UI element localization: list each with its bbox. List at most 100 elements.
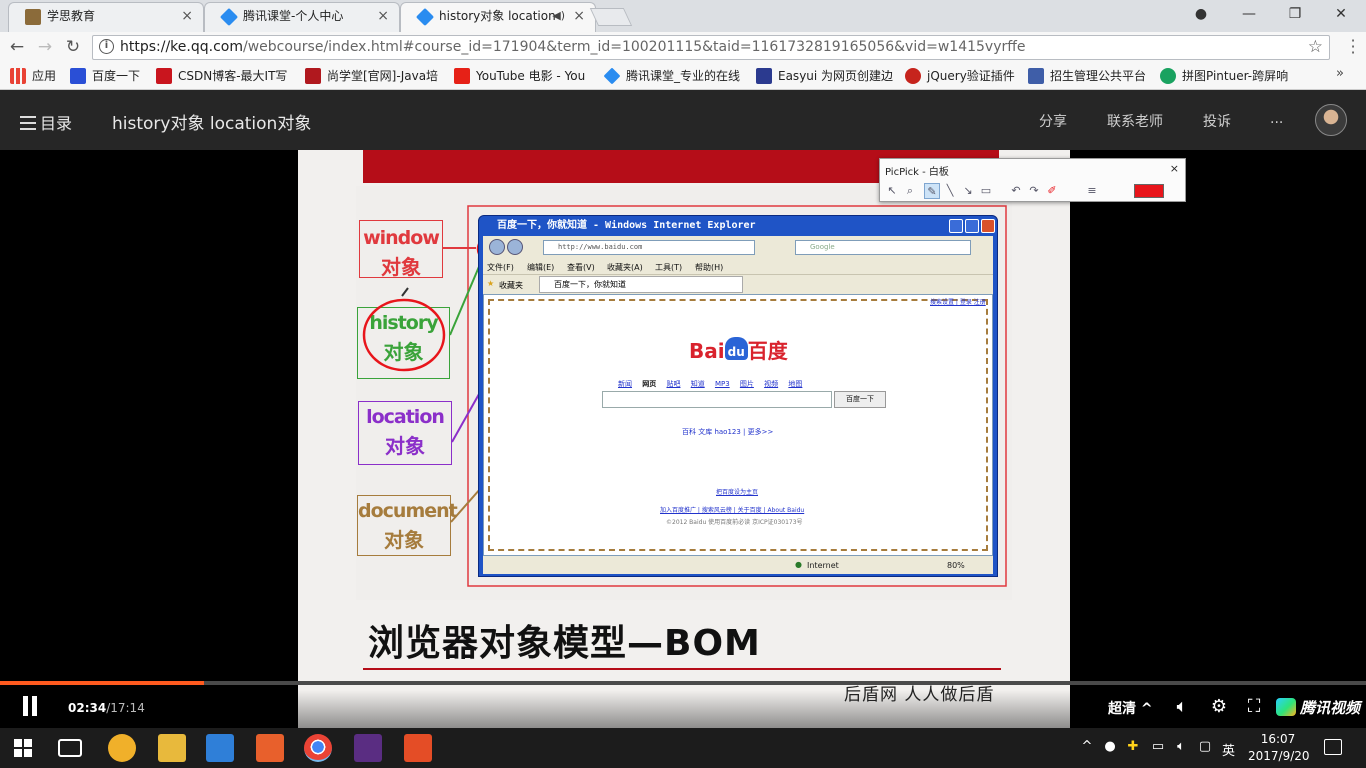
pen-icon[interactable]: ✎ — [924, 183, 940, 199]
avatar[interactable] — [1315, 104, 1347, 136]
tab-label: 腾讯课堂-个人中心 — [243, 9, 344, 23]
settings-gear-icon[interactable]: ⚙︎ — [1207, 695, 1231, 719]
tab-xuesi[interactable]: 学思教育 × — [8, 2, 204, 32]
tray-app-icon[interactable]: ✚ — [1124, 739, 1142, 754]
forward-button[interactable]: → — [34, 36, 56, 58]
more-link[interactable]: ... — [1270, 111, 1283, 127]
reload-button[interactable]: ↻ — [62, 36, 84, 58]
video-progress-bar[interactable] — [0, 681, 1366, 685]
select-cursor-icon[interactable]: ↖ — [884, 183, 900, 199]
taskbar-clock[interactable]: 16:07 2017/9/20 — [1248, 731, 1310, 765]
bookmark-apps[interactable]: 应用 — [10, 67, 66, 85]
slide-title: 浏览器对象模型—BOM — [368, 623, 761, 664]
pen-color-swatch[interactable] — [1134, 184, 1164, 198]
quality-selector[interactable]: 超清 ^ — [1108, 698, 1153, 718]
tab-tencent-profile[interactable]: 腾讯课堂-个人中心 × — [204, 2, 400, 32]
contact-teacher-link[interactable]: 联系老师 — [1107, 111, 1163, 131]
bookmark-sxt[interactable]: 尚学堂[官网]-Java培 — [305, 67, 445, 85]
back-button[interactable]: ← — [6, 36, 28, 58]
lecture-slide: window 对象 history 对象 location 对象 documen… — [298, 150, 1070, 728]
speaker-icon[interactable]: 🔈︎ — [1172, 739, 1190, 754]
picpick-whiteboard-toolbar[interactable]: PicPick - 白板 × ↖ ⌕ ✎ ╲ ↘ ▭ ↶ ↷ ✐ ≡ — [879, 158, 1186, 202]
playback-time: 02:34/17:14 — [68, 701, 145, 715]
battery-icon[interactable]: ▭ — [1149, 739, 1167, 754]
bookmark-tencent-classroom[interactable]: 腾讯课堂_专业的在线 — [604, 67, 746, 85]
baidu-nav-item: 新闻 — [618, 380, 632, 388]
windows-start-icon[interactable] — [14, 739, 32, 757]
line-icon[interactable]: ╲ — [942, 183, 958, 199]
tab-history-location[interactable]: history对象 location ◀) × — [400, 2, 596, 33]
undo-icon[interactable]: ↶ — [1008, 183, 1024, 199]
tencent-classroom-favicon-icon — [219, 7, 239, 27]
network-icon[interactable]: ▢ — [1196, 739, 1214, 754]
video-progress-fill — [0, 681, 204, 685]
chevron-up-icon[interactable]: ^ — [1078, 739, 1096, 754]
ie-minimize-icon — [949, 219, 963, 233]
volume-icon[interactable]: 🔈︎ — [1170, 695, 1194, 719]
close-window-button[interactable]: ✕ — [1326, 4, 1356, 24]
catalog-label: 目录 — [40, 114, 73, 133]
line-width-icon[interactable]: ≡ — [1084, 183, 1100, 199]
ie-menu-item: 查看(V) — [567, 263, 595, 272]
wps-presentation-icon[interactable] — [256, 734, 284, 762]
wps-writer-icon[interactable] — [206, 734, 234, 762]
game-app-icon[interactable] — [354, 734, 382, 762]
bookmark-label: jQuery验证插件 — [927, 69, 1015, 83]
bookmark-pintuer[interactable]: 拼图Pintuer-跨屏响 — [1160, 67, 1300, 85]
video-player[interactable]: window 对象 history 对象 location 对象 documen… — [0, 150, 1366, 728]
bookmark-youtube[interactable]: YouTube 电影 - You — [454, 67, 594, 85]
task-view-icon[interactable] — [58, 739, 82, 757]
start-pane — [24, 749, 32, 757]
course-title: history对象 location对象 — [112, 114, 312, 134]
chrome-icon[interactable] — [304, 734, 332, 762]
bookmark-label: CSDN博客-最大IT写 — [178, 69, 288, 83]
zoom-icon[interactable]: ⌕ — [902, 183, 918, 199]
minimize-button[interactable]: — — [1234, 4, 1264, 24]
baidu-homepage-link: 把百度设为主页 — [716, 489, 759, 496]
bookmark-csdn[interactable]: CSDN博客-最大IT写 — [156, 67, 296, 85]
baidu-logo: Bai du 百度 — [689, 335, 788, 364]
ie-close-icon — [981, 219, 995, 233]
url-host: https://ke.qq.com — [120, 39, 243, 55]
close-tab-icon[interactable]: × — [573, 3, 585, 29]
ie-favorites-star-icon: ★ — [487, 279, 495, 288]
complaint-link[interactable]: 投诉 — [1203, 111, 1231, 131]
bookmark-enrollment[interactable]: 招生管理公共平台 — [1028, 67, 1154, 85]
eraser-icon[interactable]: ✐ — [1044, 183, 1060, 199]
file-explorer-icon[interactable] — [158, 734, 186, 762]
bookmark-jquery-validate[interactable]: jQuery验证插件 — [905, 67, 1021, 85]
catalog-button[interactable]: 目录 — [20, 110, 72, 134]
audio-playing-icon[interactable]: ◀) — [552, 3, 565, 29]
close-tab-icon[interactable]: × — [181, 3, 193, 29]
redo-icon[interactable]: ↷ — [1026, 183, 1042, 199]
chick-app-icon[interactable] — [108, 734, 136, 762]
bookmark-star-icon[interactable]: ☆ — [1308, 37, 1323, 57]
more-bookmarks-icon[interactable]: » — [1336, 66, 1344, 81]
input-method-indicator[interactable]: 英 — [1222, 740, 1235, 759]
new-tab-button[interactable] — [589, 8, 633, 26]
picpick-close-icon[interactable]: × — [1170, 162, 1179, 175]
restore-button[interactable]: ❐ — [1280, 4, 1310, 24]
rectangle-icon[interactable]: ▭ — [978, 183, 994, 199]
pause-button[interactable] — [20, 696, 40, 718]
site-info-icon[interactable]: i — [99, 39, 114, 54]
tencent-video-brand: 腾讯视频 — [1276, 697, 1360, 718]
baidu-search-button: 百度一下 — [834, 391, 886, 408]
close-tab-icon[interactable]: × — [377, 3, 389, 29]
action-center-icon[interactable] — [1324, 739, 1342, 755]
fullscreen-icon[interactable]: ⛶ — [1242, 695, 1266, 719]
bookmark-easyui[interactable]: Easyui 为网页创建边 — [756, 67, 896, 85]
arrow-line-icon[interactable]: ↘ — [960, 183, 976, 199]
browser-menu-icon[interactable]: · · · — [1350, 33, 1356, 61]
address-bar[interactable]: i https://ke.qq.com/webcourse/index.html… — [92, 35, 1330, 60]
ie-favorites-label: 收藏夹 — [499, 281, 523, 290]
hbuilder-icon[interactable] — [404, 734, 432, 762]
browser-toolbar: ← → ↻ i https://ke.qq.com/webcourse/inde… — [0, 32, 1366, 62]
sxt-icon — [305, 68, 321, 84]
bookmark-baidu[interactable]: 百度一下 — [70, 67, 150, 85]
shield-icon — [1028, 68, 1044, 84]
profile-icon[interactable]: ● — [1186, 4, 1216, 24]
share-link[interactable]: 分享 — [1039, 111, 1067, 131]
tray-app-icon[interactable]: ● — [1101, 739, 1119, 754]
course-header: 目录 history对象 location对象 分享 联系老师 投诉 ... — [0, 90, 1366, 150]
